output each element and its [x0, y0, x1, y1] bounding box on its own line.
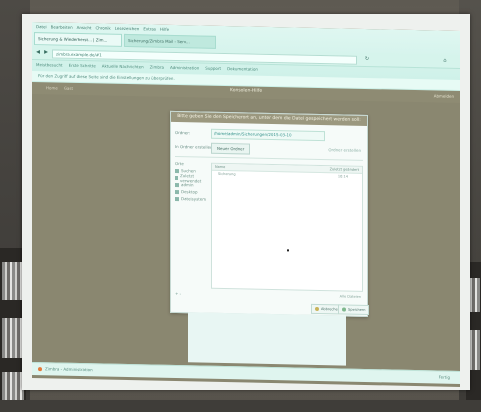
- app-help-title[interactable]: Konsolen-Hilfe: [230, 88, 262, 94]
- background-panel: [188, 312, 346, 366]
- drive-icon: [175, 196, 179, 201]
- firefox-icon: [38, 366, 42, 371]
- place-item-recent[interactable]: Zuletzt verwendet: [175, 173, 207, 183]
- bookmark-item[interactable]: Administration: [170, 63, 199, 74]
- file-type-filter[interactable]: Alle Dateien: [340, 294, 361, 298]
- save-icon: [342, 307, 346, 312]
- place-label: Dateisystem: [181, 196, 207, 202]
- books-left-lower: [2, 318, 24, 358]
- status-right-label: Fertig: [438, 374, 450, 380]
- books-left: [2, 262, 24, 300]
- file-modified: 10:14: [337, 174, 348, 179]
- add-remove-buttons[interactable]: + -: [175, 291, 181, 296]
- app-logout-link[interactable]: Abmelden: [434, 93, 454, 98]
- save-file-dialog: Bitte geben Sie den Speicherort an, unte…: [170, 110, 370, 318]
- app-guest-link[interactable]: Gast: [64, 86, 73, 91]
- bookmark-item[interactable]: Dokumentation: [227, 64, 258, 75]
- recent-icon: [175, 175, 178, 180]
- new-folder-button[interactable]: Neuer Ordner: [211, 142, 251, 155]
- status-left: Zimbra - Administration: [38, 366, 93, 372]
- desktop-icon: [175, 189, 179, 194]
- browser-tab[interactable]: Sicherung/Zimbra Mail - Serv...: [124, 33, 216, 49]
- dialog-title: Bitte geben Sie den Speicherort an, unte…: [171, 111, 367, 127]
- browser-tab-active[interactable]: Sicherung & Wiederherst... | Zim...: [34, 32, 122, 47]
- column-modified[interactable]: Zuletzt geändert: [330, 166, 359, 173]
- home-folder-icon: [175, 182, 179, 187]
- save-label: Speichern: [348, 307, 366, 312]
- menu-file[interactable]: Datei: [36, 24, 47, 32]
- projected-desktop: Datei Bearbeiten Ansicht Chronik Lesezei…: [32, 22, 460, 387]
- cancel-icon: [315, 306, 319, 312]
- status-left-label: Zimbra - Administration: [45, 366, 93, 373]
- bookmark-item[interactable]: Aktuelle Nachrichten: [102, 61, 144, 72]
- menu-tools[interactable]: Extras: [143, 26, 156, 34]
- places-label: Orte: [175, 160, 184, 167]
- file-name: Sicherung: [218, 171, 236, 177]
- bookmark-item[interactable]: Meistbesucht: [36, 60, 63, 71]
- reload-icon[interactable]: ↻: [364, 56, 370, 62]
- places-sidebar: Orte Suchen Zuletzt verwendet admin Desk…: [175, 160, 207, 203]
- home-icon[interactable]: ⌂: [442, 58, 448, 64]
- forward-icon[interactable]: ▶: [43, 49, 49, 55]
- floor: [0, 400, 481, 412]
- create-folder-link[interactable]: Ordner erstellen: [328, 147, 361, 153]
- back-icon[interactable]: ◀: [35, 49, 41, 55]
- place-item-filesystem[interactable]: Dateisystem: [175, 195, 207, 203]
- bookmark-item[interactable]: Erste Schritte: [69, 61, 96, 72]
- place-label: admin: [181, 182, 194, 188]
- menu-help[interactable]: Hilfe: [160, 27, 169, 35]
- folder-label: Ordner:: [175, 129, 191, 136]
- app-toolbar-left: Home Gast: [46, 85, 73, 91]
- column-name[interactable]: Name: [215, 164, 225, 170]
- file-list[interactable]: Name Zuletzt geändert Sicherung 10:14: [211, 162, 363, 292]
- app-home-link[interactable]: Home: [46, 85, 58, 90]
- place-label: Desktop: [181, 189, 198, 195]
- save-button[interactable]: Speichern: [338, 304, 370, 316]
- bookmark-item[interactable]: Support: [205, 64, 221, 74]
- create-in-folder-label: In Ordner erstellen:: [175, 143, 214, 150]
- search-icon: [175, 168, 179, 173]
- mouse-pointer-icon: [287, 249, 289, 252]
- bookmark-item[interactable]: Zimbra: [150, 62, 164, 72]
- folder-path-field[interactable]: /home/admin/Sicherungen/2015-03-10: [211, 128, 325, 142]
